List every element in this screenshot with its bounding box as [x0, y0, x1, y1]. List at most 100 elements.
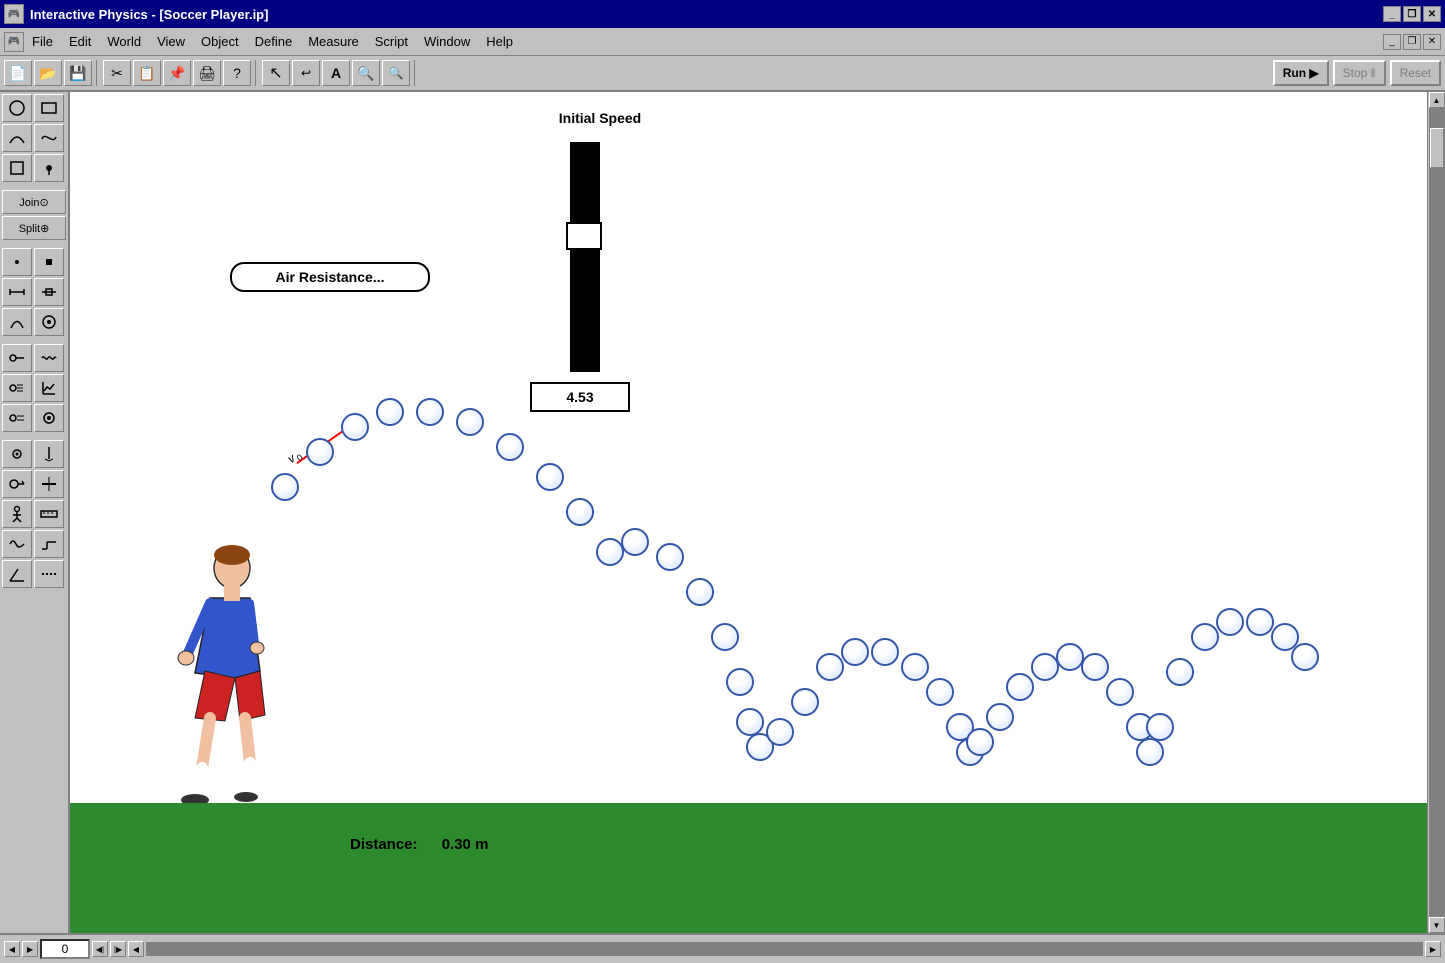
- graph-tool[interactable]: [34, 374, 64, 402]
- track-tool[interactable]: [2, 344, 32, 372]
- print-button[interactable]: 🖨: [193, 60, 221, 86]
- measure-tool[interactable]: [2, 374, 32, 402]
- menu-object[interactable]: Object: [193, 31, 247, 52]
- new-button[interactable]: 📄: [4, 60, 32, 86]
- arc-tool[interactable]: [2, 308, 32, 336]
- next-frame-button[interactable]: |▶: [110, 941, 126, 957]
- menu-help[interactable]: Help: [478, 31, 521, 52]
- measure2-tool[interactable]: [2, 404, 32, 432]
- force-row-2: [2, 470, 66, 498]
- soccer-ball: [791, 688, 819, 716]
- soccer-ball: [1216, 608, 1244, 636]
- title-bar-controls: _ ❐ ✕: [1383, 6, 1441, 22]
- square-small-tool[interactable]: [34, 248, 64, 276]
- measure-row-1: [2, 344, 66, 372]
- reset-button[interactable]: Reset: [1390, 60, 1441, 86]
- menu-edit[interactable]: Edit: [61, 31, 99, 52]
- angle-tool[interactable]: [2, 560, 32, 588]
- menu-measure[interactable]: Measure: [300, 31, 367, 52]
- damper-tool[interactable]: [34, 278, 64, 306]
- open-button[interactable]: 📂: [34, 60, 62, 86]
- force-tool[interactable]: [34, 440, 64, 468]
- menu-file[interactable]: File: [24, 31, 61, 52]
- prev-frame-button[interactable]: ◀|: [92, 941, 108, 957]
- menu-view[interactable]: View: [149, 31, 193, 52]
- soccer-ball: [926, 678, 954, 706]
- frame-input[interactable]: 0: [40, 939, 90, 959]
- menu-window[interactable]: Window: [416, 31, 478, 52]
- speed-slider-thumb[interactable]: [566, 222, 602, 250]
- doc-minimize-button[interactable]: _: [1383, 34, 1401, 50]
- copy-button[interactable]: 📋: [133, 60, 161, 86]
- circle-tool[interactable]: [2, 94, 32, 122]
- main-area: Join⊙ Split⊕: [0, 92, 1445, 933]
- soccer-ball: [711, 623, 739, 651]
- text-button[interactable]: A: [322, 60, 350, 86]
- speed-value[interactable]: 4.53: [530, 382, 630, 412]
- soccer-ball: [766, 718, 794, 746]
- scroll-down-button[interactable]: ▼: [1429, 917, 1445, 933]
- person-tool[interactable]: [2, 500, 32, 528]
- pin-tool[interactable]: [34, 154, 64, 182]
- link-tool[interactable]: [34, 470, 64, 498]
- soccer-ball: [416, 398, 444, 426]
- undo-button[interactable]: ↩: [292, 60, 320, 86]
- scroll-left-button[interactable]: ◀: [4, 941, 20, 957]
- soccer-ball: [1056, 643, 1084, 671]
- bottom-scroll-right[interactable]: ▶: [1425, 941, 1441, 957]
- soccer-ball: [726, 668, 754, 696]
- play-button[interactable]: ▶: [22, 941, 38, 957]
- join-button[interactable]: Join⊙: [2, 190, 66, 214]
- menu-world[interactable]: World: [99, 31, 149, 52]
- menu-define[interactable]: Define: [247, 31, 301, 52]
- soccer-ball: [496, 433, 524, 461]
- bottom-scroll-track[interactable]: [146, 942, 1423, 956]
- square-tool[interactable]: [2, 154, 32, 182]
- dot-tool[interactable]: [2, 248, 32, 276]
- soccer-ball: [966, 728, 994, 756]
- zoom-in-button[interactable]: 🔍: [352, 60, 380, 86]
- doc-close-button[interactable]: ✕: [1423, 34, 1441, 50]
- dash-tool[interactable]: [34, 560, 64, 588]
- save-button[interactable]: 💾: [64, 60, 92, 86]
- measure-row-2: [2, 374, 66, 402]
- curve-tool[interactable]: [2, 124, 32, 152]
- edit-tools: ✂ 📋 📌 🖨 ?: [103, 60, 256, 86]
- close-button[interactable]: ✕: [1423, 6, 1441, 22]
- cut-button[interactable]: ✂: [103, 60, 131, 86]
- motor-tool[interactable]: [2, 470, 32, 498]
- menu-script[interactable]: Script: [367, 31, 416, 52]
- scroll-right-end-button[interactable]: ◀: [128, 941, 144, 957]
- paste-button[interactable]: 📌: [163, 60, 191, 86]
- split-button[interactable]: Split⊕: [2, 216, 66, 240]
- freeform-tool[interactable]: [34, 124, 64, 152]
- wave-tool[interactable]: [34, 344, 64, 372]
- constraint-row-3: [2, 308, 66, 336]
- sine-tool[interactable]: [2, 530, 32, 558]
- menu-app-icon[interactable]: 🎮: [4, 32, 24, 52]
- maximize-button[interactable]: ❐: [1403, 6, 1421, 22]
- ruler-tool[interactable]: [34, 500, 64, 528]
- spring-tool[interactable]: [2, 278, 32, 306]
- settings-tool[interactable]: [34, 404, 64, 432]
- steps-tool[interactable]: [34, 530, 64, 558]
- stop-button[interactable]: Stop ‖: [1333, 60, 1386, 86]
- zoom-out-button[interactable]: 🔍: [382, 60, 410, 86]
- file-tools: 📄 📂 💾: [4, 60, 97, 86]
- ground: [70, 803, 1427, 933]
- scroll-up-button[interactable]: ▲: [1429, 92, 1445, 108]
- distance-value: 0.30 m: [442, 836, 489, 853]
- scroll-track[interactable]: [1429, 108, 1445, 917]
- select-button[interactable]: ↖: [262, 60, 290, 86]
- circle2-tool[interactable]: [34, 308, 64, 336]
- air-resistance-button[interactable]: Air Resistance...: [230, 262, 430, 292]
- rect-tool[interactable]: [34, 94, 64, 122]
- minimize-button[interactable]: _: [1383, 6, 1401, 22]
- speed-slider[interactable]: [570, 142, 600, 372]
- scroll-thumb[interactable]: [1430, 128, 1444, 168]
- doc-maximize-button[interactable]: ❐: [1403, 34, 1421, 50]
- gear-tool[interactable]: [2, 440, 32, 468]
- help-button[interactable]: ?: [223, 60, 251, 86]
- run-button[interactable]: Run ▶: [1273, 60, 1329, 86]
- shape-row-3: [2, 154, 66, 182]
